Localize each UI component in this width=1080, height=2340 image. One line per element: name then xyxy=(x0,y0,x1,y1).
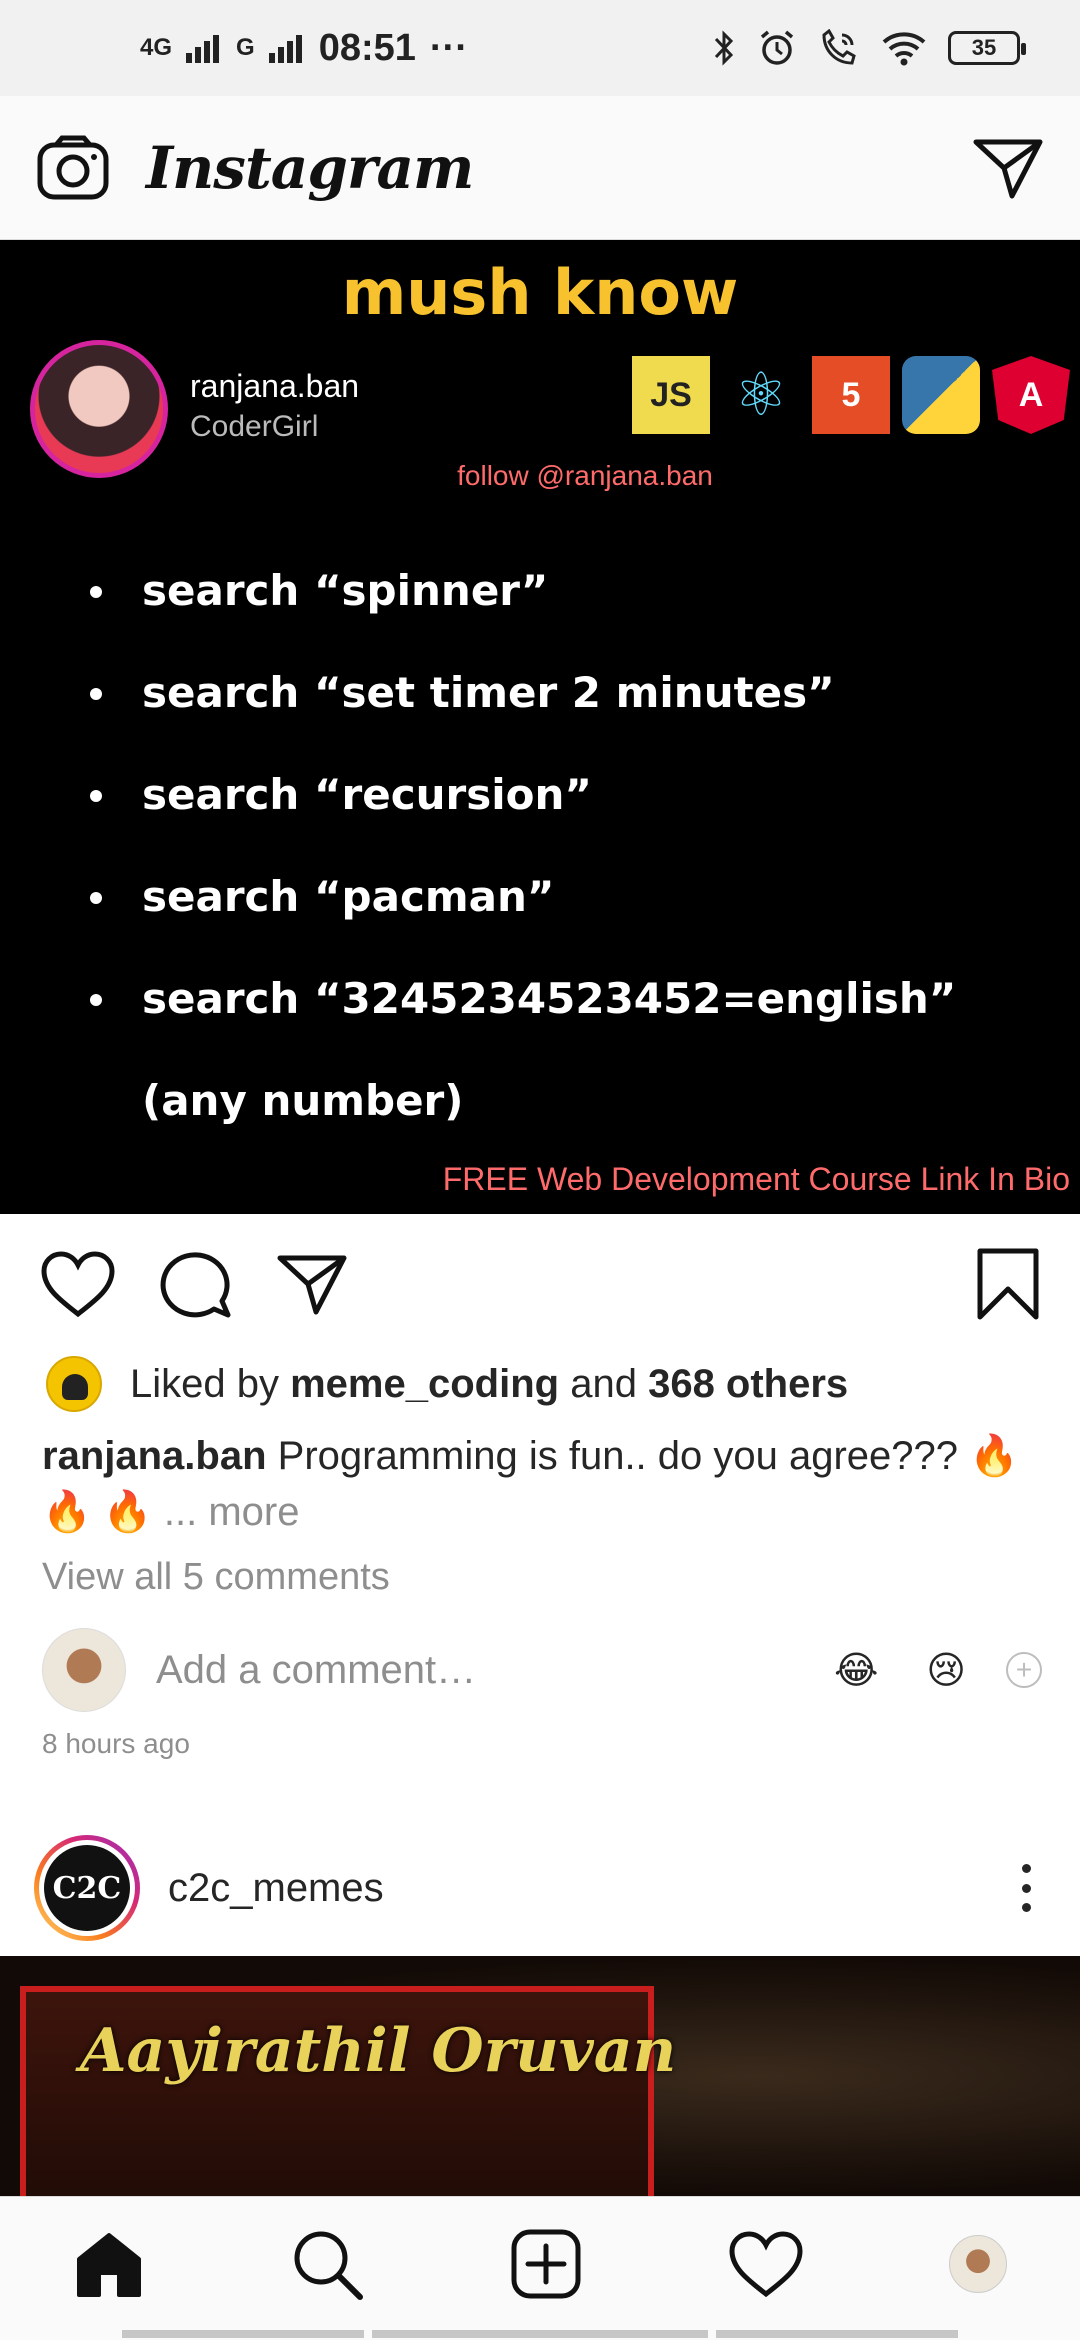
post-image[interactable]: mush know ranjana.ban CoderGirl JS ⚛ 5 A… xyxy=(0,240,1080,1214)
add-comment-input[interactable]: Add a comment… xyxy=(156,1648,786,1693)
profile-avatar[interactable] xyxy=(949,2234,1008,2293)
tip-item: search “spinner” xyxy=(90,540,1050,642)
likes-and: and xyxy=(570,1361,637,1406)
html5-logo-icon: 5 xyxy=(812,356,890,434)
image-author-name: ranjana.ban xyxy=(190,368,360,404)
tip-item: search “set timer 2 minutes” xyxy=(90,642,1050,744)
follow-text: follow @ranjana.ban xyxy=(457,460,713,491)
c2c-avatar: C2C xyxy=(44,1845,130,1931)
tip-item: search “3245234523452=english” (any numb… xyxy=(90,948,1050,1152)
bookmark-icon[interactable] xyxy=(976,1247,1040,1321)
wifi-calling-icon xyxy=(822,29,856,65)
post-header: C2C c2c_memes xyxy=(0,1820,1080,1956)
angular-logo-icon: A xyxy=(992,356,1070,434)
caption-username[interactable]: ranjana.ban xyxy=(42,1434,267,1478)
post-image[interactable]: Aayirathil Oruvan xyxy=(0,1956,1080,2196)
like-heart-icon[interactable] xyxy=(40,1250,116,1318)
signal-icon xyxy=(268,35,302,63)
sim2-signal-label: G xyxy=(236,34,255,61)
liker-avatar xyxy=(46,1356,102,1412)
add-comment-row: Add a comment… 😂 😢 + xyxy=(42,1628,1042,1712)
promo-text: FREE Web Development Course Link In Bio xyxy=(442,1161,1070,1197)
tips-list: search “spinner” search “set timer 2 min… xyxy=(90,540,1050,1152)
tip-item: search “pacman” xyxy=(90,846,1050,948)
dot xyxy=(1021,1903,1031,1912)
post-username[interactable]: c2c_memes xyxy=(168,1866,1006,1911)
more-reactions-icon[interactable]: + xyxy=(1006,1652,1042,1688)
likes-count[interactable]: 368 others xyxy=(648,1362,848,1407)
gesture-bar-segment xyxy=(122,2330,364,2338)
likes-prefix: Liked by xyxy=(130,1361,279,1406)
python-logo-icon xyxy=(902,356,980,434)
story-ring-inner: C2C xyxy=(39,1840,135,1936)
tech-logos: JS ⚛ 5 A xyxy=(632,356,1070,434)
post-caption: ranjana.ban Programming is fun.. do you … xyxy=(42,1428,1042,1540)
post-actions xyxy=(0,1214,1080,1354)
sim1-signal-label: 4G xyxy=(140,34,173,61)
poster-title: Aayirathil Oruvan xyxy=(80,2016,677,2086)
current-user-avatar xyxy=(42,1628,126,1712)
status-right: 35 xyxy=(712,29,1026,67)
bottom-nav xyxy=(0,2196,1080,2340)
caption-more-link[interactable]: ... more xyxy=(164,1490,300,1534)
javascript-logo-icon: JS xyxy=(632,356,710,434)
post-timestamp: 8 hours ago xyxy=(42,1728,190,1759)
signal-icon xyxy=(186,35,220,63)
more-notifications-indicator: ··· xyxy=(429,26,468,69)
app-header: Instagram xyxy=(0,96,1080,240)
app-title: Instagram xyxy=(146,133,474,202)
battery-indicator: 35 xyxy=(948,31,1026,65)
story-ring[interactable]: C2C xyxy=(34,1835,140,1941)
bluetooth-icon xyxy=(714,30,734,66)
image-author-subtitle: CoderGirl xyxy=(190,410,319,443)
liker-username[interactable]: meme_coding xyxy=(290,1362,559,1407)
search-icon[interactable] xyxy=(290,2227,364,2301)
react-logo-icon: ⚛ xyxy=(734,361,788,428)
status-bar: 4G G 08:51 ··· 35 xyxy=(0,0,1080,96)
gesture-bar-segment xyxy=(372,2330,708,2338)
dot xyxy=(1021,1864,1031,1873)
alarm-icon xyxy=(760,30,794,65)
tip-item: search “recursion” xyxy=(90,744,1050,846)
quick-reaction-laugh[interactable]: 😂 xyxy=(834,1648,878,1693)
new-post-plus-square-icon[interactable] xyxy=(510,2228,582,2300)
dot xyxy=(1021,1883,1031,1893)
quick-reaction-cry[interactable]: 😢 xyxy=(926,1648,966,1693)
wifi-icon xyxy=(882,32,926,66)
share-paper-plane-icon[interactable] xyxy=(276,1252,348,1316)
gesture-bar-segment xyxy=(716,2330,958,2338)
battery-level: 35 xyxy=(971,35,997,60)
status-left: 4G G 08:51 ··· xyxy=(140,27,468,70)
activity-heart-icon[interactable] xyxy=(728,2230,804,2298)
post-image-headline: mush know xyxy=(341,256,739,329)
paper-plane-icon[interactable] xyxy=(972,136,1044,200)
likes-line[interactable]: Liked by meme_coding and 368 others xyxy=(46,1356,848,1412)
author-avatar xyxy=(30,340,168,478)
camera-icon[interactable] xyxy=(36,135,110,201)
more-options-icon[interactable] xyxy=(1006,1858,1046,1918)
view-all-comments-link[interactable]: View all 5 comments xyxy=(42,1556,390,1599)
comment-icon[interactable] xyxy=(160,1249,232,1319)
home-icon[interactable] xyxy=(73,2229,145,2299)
clock: 08:51 xyxy=(318,26,416,69)
